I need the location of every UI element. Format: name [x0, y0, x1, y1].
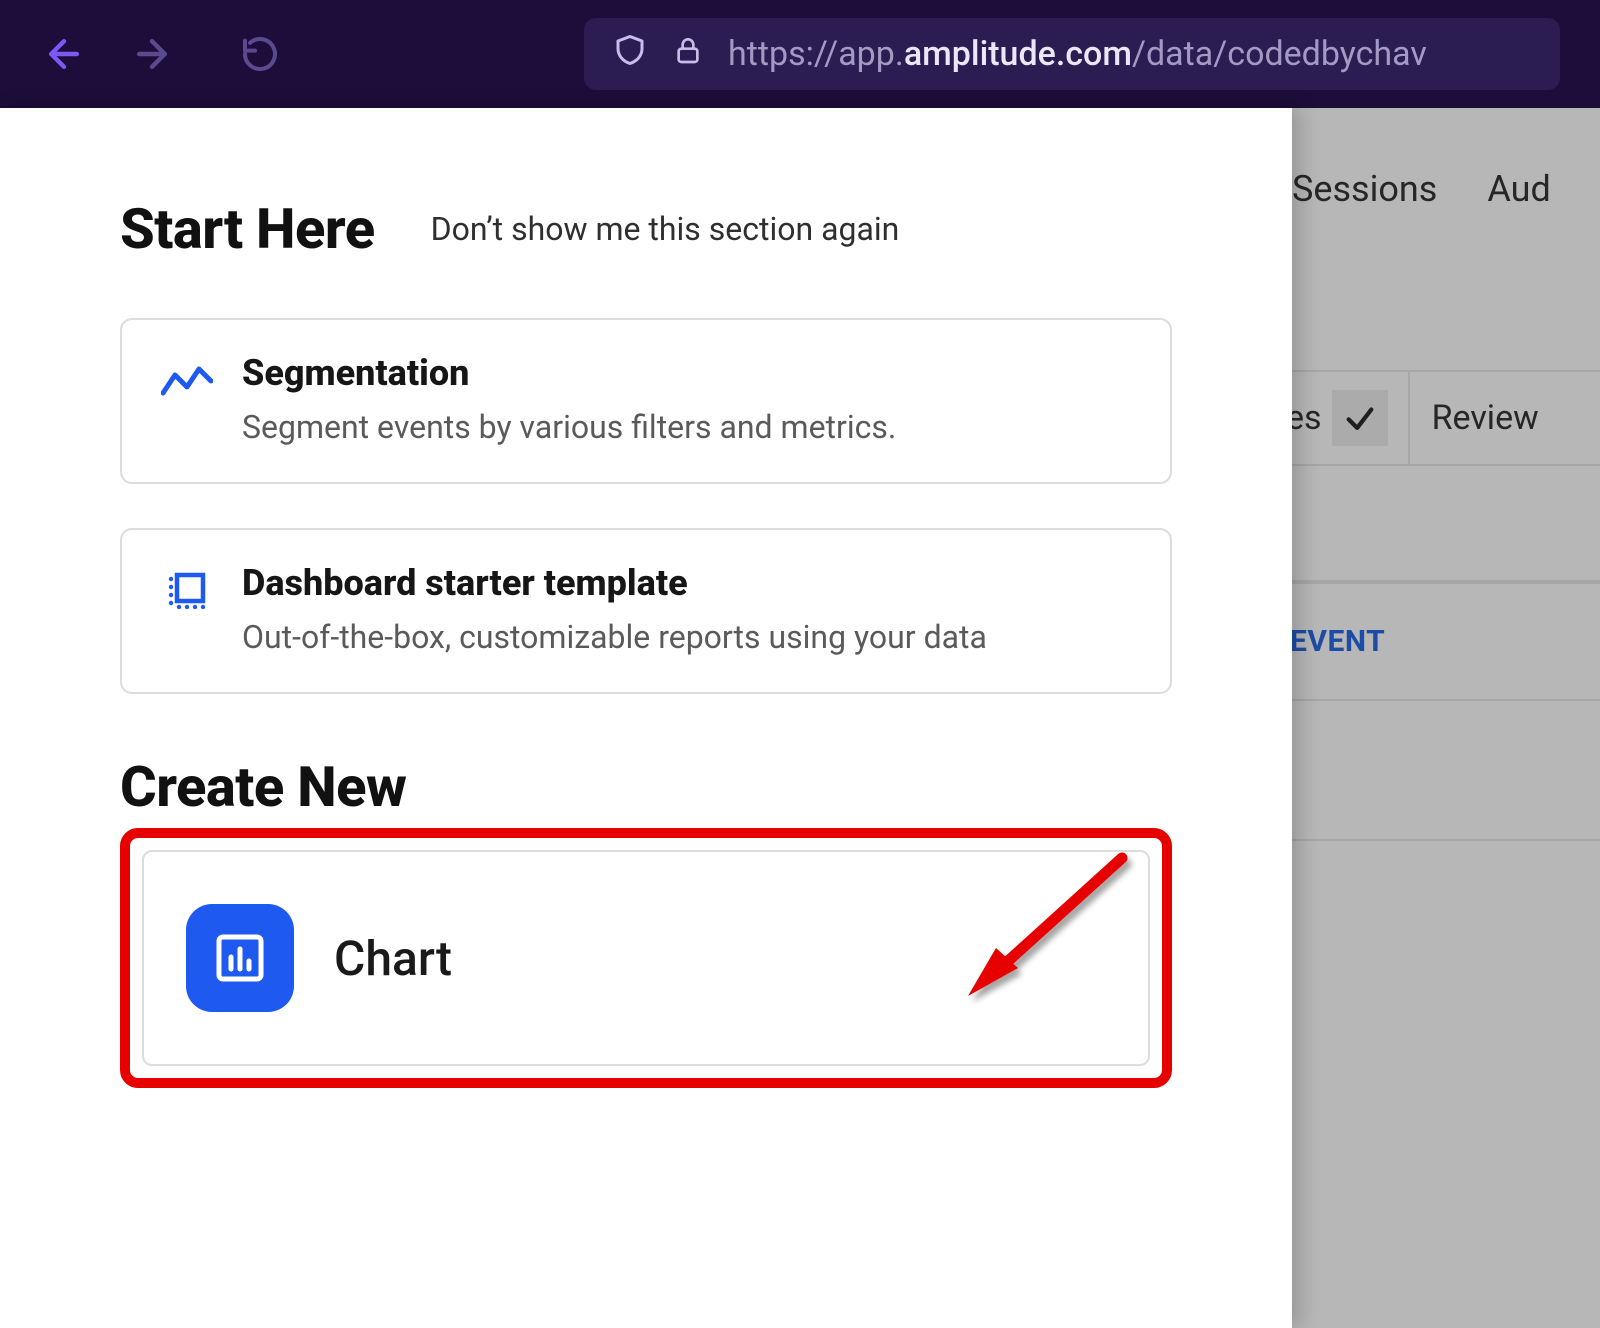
shield-icon	[612, 30, 648, 79]
card-desc: Segment events by various filters and me…	[242, 408, 896, 446]
create-new-title: Create New	[120, 754, 1172, 820]
tab-aud[interactable]: Aud	[1487, 168, 1550, 210]
browser-chrome: https://app.amplitude.com/data/codedbych…	[0, 0, 1600, 108]
address-bar[interactable]: https://app.amplitude.com/data/codedbych…	[584, 18, 1560, 90]
back-button[interactable]	[40, 30, 88, 78]
card-segmentation[interactable]: Segmentation Segment events by various f…	[120, 318, 1172, 484]
background-row: es Review	[1280, 370, 1600, 466]
lock-icon	[672, 31, 704, 78]
create-card-title: Chart	[334, 930, 452, 987]
annotation-highlight: Chart	[120, 828, 1172, 1088]
forward-button[interactable]	[128, 30, 176, 78]
check-icon[interactable]	[1332, 390, 1388, 446]
background-column: Sessions Aud es Review EVENT	[1280, 108, 1600, 1328]
create-new-chart-card[interactable]: Chart	[142, 850, 1150, 1066]
dismiss-link[interactable]: Don’t show me this section again	[431, 210, 900, 248]
tab-sessions[interactable]: Sessions	[1292, 168, 1437, 210]
panel-title: Start Here	[120, 196, 375, 262]
url-text: https://app.amplitude.com/data/codedbych…	[728, 34, 1427, 74]
row-text-review[interactable]: Review	[1410, 398, 1539, 438]
reload-button[interactable]	[236, 30, 284, 78]
card-desc: Out-of-the-box, customizable reports usi…	[242, 618, 987, 656]
dashboard-template-icon	[160, 564, 214, 618]
chart-icon	[186, 904, 294, 1012]
card-title: Segmentation	[242, 352, 896, 394]
card-title: Dashboard starter template	[242, 562, 987, 604]
segmentation-line-icon	[160, 354, 214, 408]
card-dashboard-template[interactable]: Dashboard starter template Out-of-the-bo…	[120, 528, 1172, 694]
event-label[interactable]: EVENT	[1280, 582, 1600, 701]
start-here-panel: Start Here Don’t show me this section ag…	[0, 108, 1292, 1328]
